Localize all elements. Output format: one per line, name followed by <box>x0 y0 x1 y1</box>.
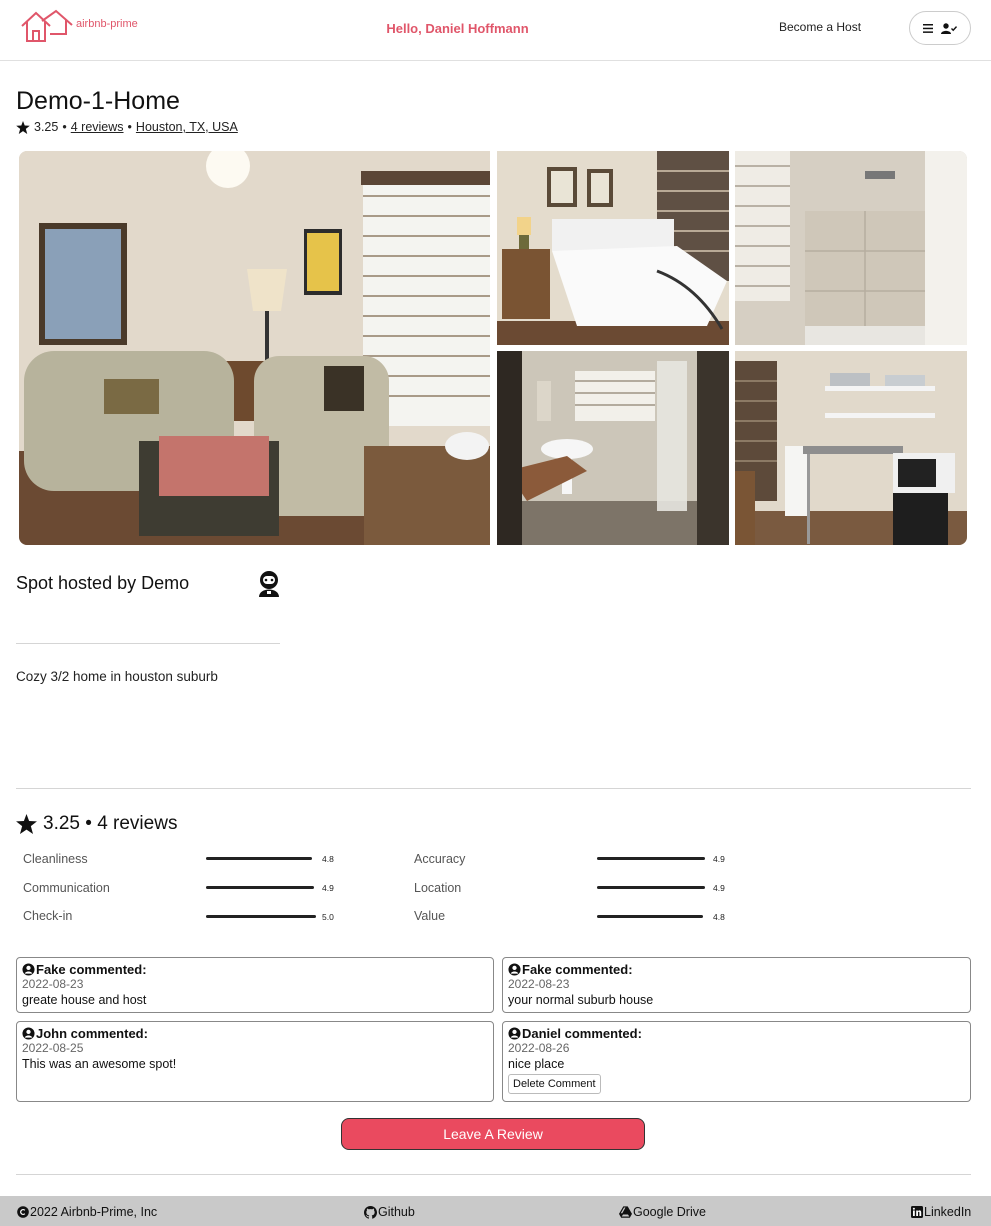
review-date: 2022-08-25 <box>22 1041 84 1055</box>
kitchenette-photo <box>735 351 967 545</box>
divider <box>16 1174 971 1175</box>
rating-category-label: Communication <box>23 881 110 895</box>
rating-category-label: Cleanliness <box>23 852 88 866</box>
rating-value: 4.8 <box>713 912 725 922</box>
user-circle-icon <box>508 963 521 976</box>
star-icon <box>16 814 37 834</box>
review-author: Fake commented: <box>22 962 488 977</box>
google-drive-icon <box>619 1206 632 1218</box>
listing-meta: 3.25 • 4 reviews • Houston, TX, USA <box>16 120 238 134</box>
github-label: Github <box>378 1205 415 1219</box>
rating-category-label: Accuracy <box>414 852 466 866</box>
review-card: Fake commented: 2022-08-23 greate house … <box>16 957 494 1013</box>
rating-bar <box>597 915 703 918</box>
linkedin-icon <box>911 1206 923 1218</box>
leave-review-button[interactable]: Leave A Review <box>341 1118 645 1150</box>
rating-value: 4.9 <box>713 854 725 864</box>
rating-category-label: Location <box>414 881 462 895</box>
review-author: John commented: <box>22 1026 488 1041</box>
copyright-text: 2022 Airbnb-Prime, Inc <box>30 1205 158 1219</box>
reviews-link[interactable]: 4 reviews <box>71 120 124 134</box>
linkedin-label: LinkedIn <box>924 1205 972 1219</box>
rating-summary: 3.25 • 4 reviews <box>16 813 177 835</box>
rating-bar <box>206 915 316 918</box>
review-author-name: Fake commented: <box>522 962 633 977</box>
host-label: Spot hosted by Demo <box>16 573 190 593</box>
footer: 2022 Airbnb-Prime, Inc Github Google Dri… <box>0 1196 991 1226</box>
separator: • <box>127 120 132 134</box>
become-host-link[interactable]: Become a Host <box>779 20 861 34</box>
user-greeting: Hello, Daniel Hoffmann <box>386 21 529 36</box>
review-author: Daniel commented: <box>508 1026 965 1041</box>
github-icon <box>364 1205 377 1219</box>
github-link[interactable]: Github <box>364 1205 415 1219</box>
review-author: Fake commented: <box>508 962 965 977</box>
rating-summary-text: 3.25 • 4 reviews <box>43 813 178 834</box>
user-menu-button[interactable] <box>909 11 971 45</box>
rating-value: 4.9 <box>713 883 725 893</box>
listing-description: Cozy 3/2 home in houston suburb <box>16 669 218 684</box>
separator: • <box>62 120 67 134</box>
rating-bar <box>206 886 314 889</box>
review-text: your normal suburb house <box>508 993 654 1007</box>
listing-rating: 3.25 <box>34 120 59 134</box>
delete-comment-button[interactable]: Delete Comment <box>508 1074 601 1094</box>
copyright-icon <box>17 1206 29 1218</box>
review-card: John commented: 2022-08-25 This was an a… <box>16 1021 494 1102</box>
location-link[interactable]: Houston, TX, USA <box>136 120 238 134</box>
review-date: 2022-08-26 <box>508 1041 570 1055</box>
review-text: This was an awesome spot! <box>22 1057 177 1071</box>
star-icon <box>16 120 30 134</box>
rating-category-label: Value <box>414 909 446 923</box>
user-circle-icon <box>508 1027 521 1040</box>
review-card: Daniel commented: 2022-08-26 nice place … <box>502 1021 971 1102</box>
rating-category-label: Check-in <box>23 909 73 923</box>
review-author-name: John commented: <box>36 1026 148 1041</box>
divider <box>16 788 971 789</box>
copyright: 2022 Airbnb-Prime, Inc <box>17 1205 157 1219</box>
user-circle-icon <box>22 1027 35 1040</box>
rating-bar <box>206 857 312 860</box>
top-navbar: airbnb-prime Hello, Daniel Hoffmann Beco… <box>0 0 991 61</box>
google-drive-label: Google Drive <box>633 1205 706 1219</box>
rating-value: 5.0 <box>322 912 334 922</box>
google-drive-link[interactable]: Google Drive <box>619 1205 706 1219</box>
user-circle-icon <box>22 963 35 976</box>
review-author-name: Fake commented: <box>36 962 147 977</box>
review-text: nice place <box>508 1057 565 1071</box>
astronaut-avatar-icon <box>256 570 282 603</box>
bedroom-photo <box>497 151 729 345</box>
rating-value: 4.9 <box>322 883 334 893</box>
bathroom-photo <box>497 351 729 545</box>
review-card: Fake commented: 2022-08-23 your normal s… <box>502 957 971 1013</box>
review-text: greate house and host <box>22 993 147 1007</box>
rating-bar <box>597 886 705 889</box>
hamburger-icon <box>923 23 933 33</box>
main-listing-photo <box>19 151 490 545</box>
review-date: 2022-08-23 <box>22 977 84 991</box>
user-check-icon <box>941 22 957 34</box>
divider <box>16 643 280 644</box>
listing-title: Demo-1-Home <box>16 87 180 115</box>
rating-value: 4.8 <box>322 854 334 864</box>
review-date: 2022-08-23 <box>508 977 570 991</box>
review-author-name: Daniel commented: <box>522 1026 642 1041</box>
rating-bar <box>597 857 705 860</box>
shower-photo <box>735 151 967 345</box>
linkedin-link[interactable]: LinkedIn <box>911 1205 971 1219</box>
